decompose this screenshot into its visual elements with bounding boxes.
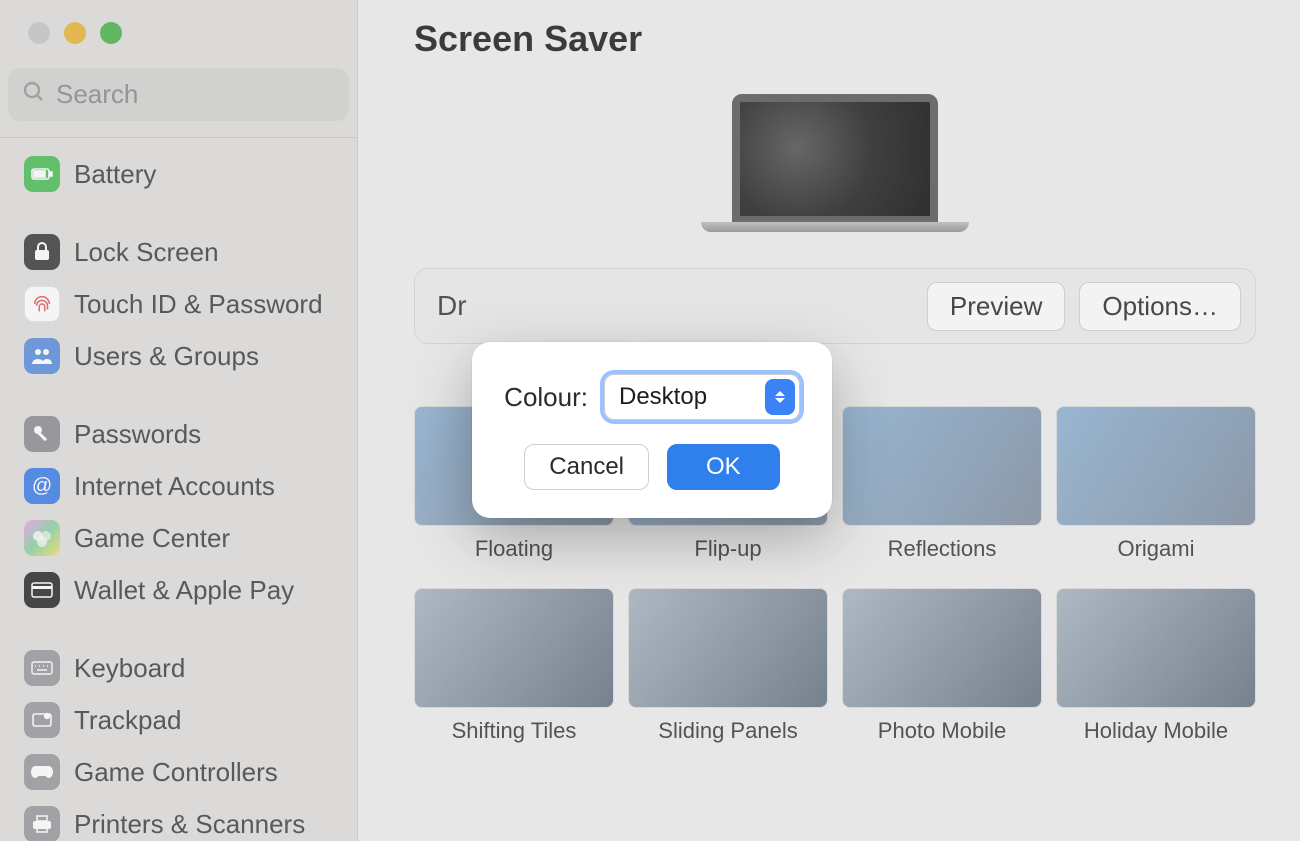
cancel-button[interactable]: Cancel (524, 444, 649, 490)
sidebar-item-battery[interactable]: Battery (18, 148, 345, 200)
thumbnail (1056, 588, 1256, 708)
sidebar-item-printers[interactable]: Printers & Scanners (18, 798, 345, 841)
sidebar-item-internet-accounts[interactable]: @ Internet Accounts (18, 460, 345, 512)
sidebar-item-label: Printers & Scanners (74, 804, 305, 841)
sidebar-item-label: Touch ID & Password (74, 284, 323, 324)
preview-button[interactable]: Preview (927, 282, 1065, 331)
search-input[interactable] (56, 79, 335, 110)
sidebar-item-label: Game Center (74, 518, 230, 558)
tile-label: Photo Mobile (878, 718, 1006, 744)
sidebar-item-passwords[interactable]: Passwords (18, 408, 345, 460)
fingerprint-icon (24, 286, 60, 322)
laptop-screen (732, 94, 938, 224)
printer-icon (24, 806, 60, 841)
sidebar-item-game-center[interactable]: Game Center (18, 512, 345, 564)
laptop-base (701, 222, 969, 232)
close-window-button[interactable] (28, 22, 50, 44)
screensaver-toolbar: Dr Preview Options… (414, 268, 1256, 344)
wallet-icon (24, 572, 60, 608)
screensaver-tile-origami[interactable]: Origami (1056, 406, 1256, 562)
users-icon (24, 338, 60, 374)
screensaver-tile-shifting-tiles[interactable]: Shifting Tiles (414, 588, 614, 744)
tile-label: Reflections (888, 536, 997, 562)
screensaver-tile-sliding-panels[interactable]: Sliding Panels (628, 588, 828, 744)
search-icon (22, 80, 46, 109)
sidebar-item-label: Game Controllers (74, 752, 278, 792)
window-controls (0, 22, 357, 44)
tile-label: Flip-up (694, 536, 761, 562)
laptop-preview (701, 94, 969, 232)
system-settings-window: Battery Lock Screen Touch ID & Password (0, 0, 1300, 841)
sidebar-item-label: Battery (74, 154, 156, 194)
colour-dropdown[interactable]: Desktop (604, 374, 800, 420)
sidebar-item-label: Keyboard (74, 648, 185, 688)
options-button[interactable]: Options… (1079, 282, 1241, 331)
screensaver-tile-reflections[interactable]: Reflections (842, 406, 1042, 562)
screensaver-tile-holiday-mobile[interactable]: Holiday Mobile (1056, 588, 1256, 744)
tile-label: Sliding Panels (658, 718, 797, 744)
at-icon: @ (24, 468, 60, 504)
search-field[interactable] (8, 68, 349, 121)
sidebar-item-game-controllers[interactable]: Game Controllers (18, 746, 345, 798)
tile-label: Holiday Mobile (1084, 718, 1228, 744)
thumbnail (842, 406, 1042, 526)
sidebar-item-label: Passwords (74, 414, 201, 454)
thumbnail (414, 588, 614, 708)
screensaver-tile-photo-mobile[interactable]: Photo Mobile (842, 588, 1042, 744)
key-icon (24, 416, 60, 452)
tile-label: Shifting Tiles (452, 718, 577, 744)
minimize-window-button[interactable] (64, 22, 86, 44)
sidebar-list: Battery Lock Screen Touch ID & Password (0, 138, 357, 841)
dropdown-value: Desktop (619, 383, 707, 411)
sidebar-item-users-groups[interactable]: Users & Groups (18, 330, 345, 382)
lock-icon (24, 234, 60, 270)
toolbar-left-text: Dr (437, 290, 467, 322)
thumbnail (1056, 406, 1256, 526)
tile-label: Floating (475, 536, 553, 562)
page-title: Screen Saver (414, 18, 1256, 60)
screensaver-preview (414, 94, 1256, 232)
colour-dialog: Colour: Desktop Cancel OK (472, 342, 832, 518)
battery-icon (24, 156, 60, 192)
sidebar-item-label: Lock Screen (74, 232, 219, 272)
game-center-icon (24, 520, 60, 556)
sidebar-item-label: Trackpad (74, 700, 181, 740)
colour-label: Colour: (504, 382, 588, 413)
ok-button[interactable]: OK (667, 444, 780, 490)
game-controller-icon (24, 754, 60, 790)
thumbnail (628, 588, 828, 708)
zoom-window-button[interactable] (100, 22, 122, 44)
sidebar-item-label: Users & Groups (74, 336, 259, 376)
trackpad-icon (24, 702, 60, 738)
sidebar-item-trackpad[interactable]: Trackpad (18, 694, 345, 746)
sidebar-item-label: Wallet & Apple Pay (74, 570, 294, 610)
sidebar-item-keyboard[interactable]: Keyboard (18, 642, 345, 694)
sidebar-item-touch-id[interactable]: Touch ID & Password (18, 278, 345, 330)
sidebar: Battery Lock Screen Touch ID & Password (0, 0, 358, 841)
keyboard-icon (24, 650, 60, 686)
sidebar-item-label: Internet Accounts (74, 466, 275, 506)
chevron-up-down-icon (765, 379, 795, 415)
sidebar-item-wallet[interactable]: Wallet & Apple Pay (18, 564, 345, 616)
tile-label: Origami (1117, 536, 1194, 562)
thumbnail (842, 588, 1042, 708)
sidebar-item-lock-screen[interactable]: Lock Screen (18, 226, 345, 278)
